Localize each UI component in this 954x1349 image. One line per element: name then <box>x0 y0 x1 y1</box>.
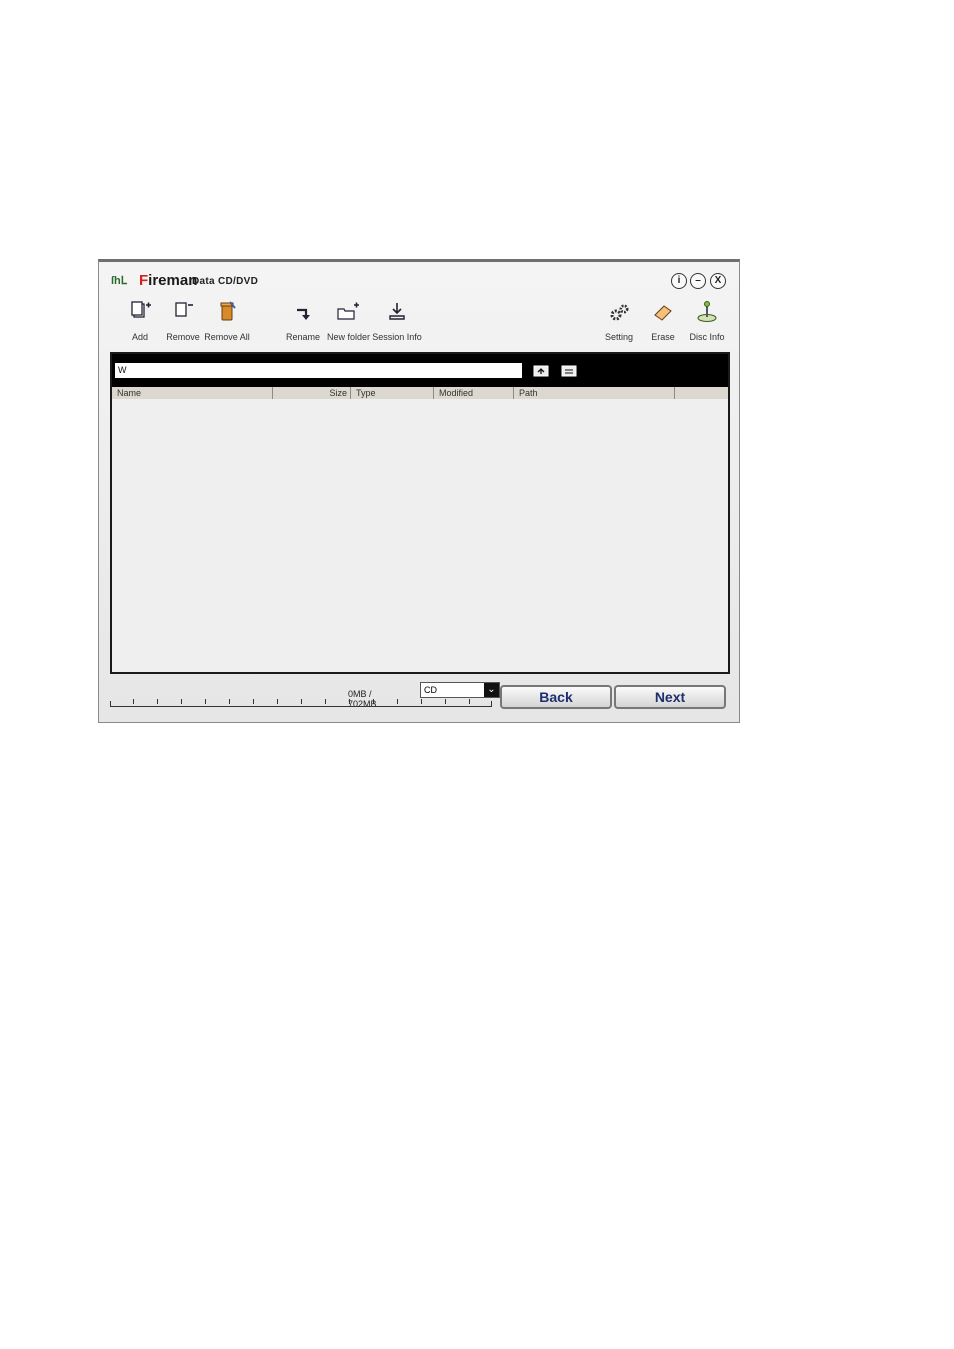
app-title-rest: ireman <box>148 272 198 289</box>
disc-info-icon <box>697 301 717 322</box>
new-folder-button[interactable]: New folder <box>327 300 371 342</box>
new-folder-label: New folder <box>327 332 371 342</box>
download-tray-icon <box>389 303 405 320</box>
rename-label: Rename <box>285 332 321 342</box>
column-header-type[interactable]: Type <box>351 387 434 399</box>
eraser-icon <box>654 305 672 321</box>
path-input[interactable]: W <box>115 363 522 378</box>
column-header-filler <box>675 387 728 399</box>
progress-tick <box>157 699 158 704</box>
file-list[interactable]: Name Size Type Modified Path <box>112 387 728 672</box>
media-type-select[interactable]: CD ⌄ <box>420 682 500 698</box>
app-title-first-letter: F <box>139 272 149 289</box>
column-header-name[interactable]: Name <box>112 387 273 399</box>
progress-tick <box>133 699 134 704</box>
remove-all-label: Remove All <box>204 332 250 342</box>
progress-tick <box>325 699 326 704</box>
progress-tick <box>469 699 470 704</box>
trash-bin-icon <box>220 301 236 321</box>
back-button[interactable]: Back <box>500 685 612 709</box>
folder-new-icon[interactable] <box>561 364 577 377</box>
app-subtitle: Data CD/DVD <box>192 276 259 287</box>
progress-tick <box>229 699 230 704</box>
remove-button[interactable]: Remove <box>165 300 201 342</box>
add-file-icon <box>131 301 151 318</box>
add-label: Add <box>131 332 148 342</box>
progress-tick <box>181 699 182 704</box>
title-bar: ſhᒪ Fireman Data CD/DVD i – X <box>99 262 739 289</box>
column-header-path[interactable]: Path <box>514 387 675 399</box>
progress-tick <box>205 699 206 704</box>
remove-all-button[interactable]: Remove All <box>203 300 251 342</box>
rename-icon <box>297 308 310 320</box>
progress-tick <box>397 699 398 704</box>
setting-button[interactable]: Setting <box>602 300 636 342</box>
folder-up-icon[interactable] <box>533 364 549 377</box>
minimize-button[interactable]: – <box>690 273 706 289</box>
new-folder-icon <box>337 302 359 320</box>
chevron-down-icon[interactable]: ⌄ <box>484 683 499 697</box>
logo-icon: ſhᒪ <box>111 275 127 287</box>
rename-button[interactable]: Rename <box>285 300 321 342</box>
session-info-label: Session Info <box>372 332 422 342</box>
disc-info-button[interactable]: Disc Info <box>687 300 727 342</box>
progress-tick <box>301 699 302 704</box>
progress-tick <box>421 699 422 704</box>
column-header-modified[interactable]: Modified <box>434 387 514 399</box>
close-button[interactable]: X <box>710 273 726 289</box>
app-title: Fireman <box>139 272 197 289</box>
add-button[interactable]: Add <box>123 300 157 342</box>
progress-tick <box>253 699 254 704</box>
fireman-window: ſhᒪ Fireman Data CD/DVD i – X Add Remove… <box>98 259 740 723</box>
remove-label: Remove <box>166 332 200 342</box>
progress-tick <box>277 699 278 704</box>
progress-tick <box>373 699 374 704</box>
file-panel: W Name Size Type Modified Path <box>110 352 730 674</box>
media-type-value: CD <box>424 685 437 695</box>
progress-tick <box>445 699 446 704</box>
setting-label: Setting <box>604 332 634 342</box>
disc-info-label: Disc Info <box>689 332 725 342</box>
capacity-progress-bar <box>110 699 492 707</box>
erase-label: Erase <box>651 332 675 342</box>
next-button[interactable]: Next <box>614 685 726 709</box>
progress-tick <box>349 699 350 704</box>
column-header-size[interactable]: Size <box>273 387 351 399</box>
session-info-button[interactable]: Session Info <box>371 300 423 342</box>
erase-button[interactable]: Erase <box>648 300 678 342</box>
remove-file-icon <box>175 302 193 317</box>
gears-icon <box>610 304 629 321</box>
info-button[interactable]: i <box>671 273 687 289</box>
